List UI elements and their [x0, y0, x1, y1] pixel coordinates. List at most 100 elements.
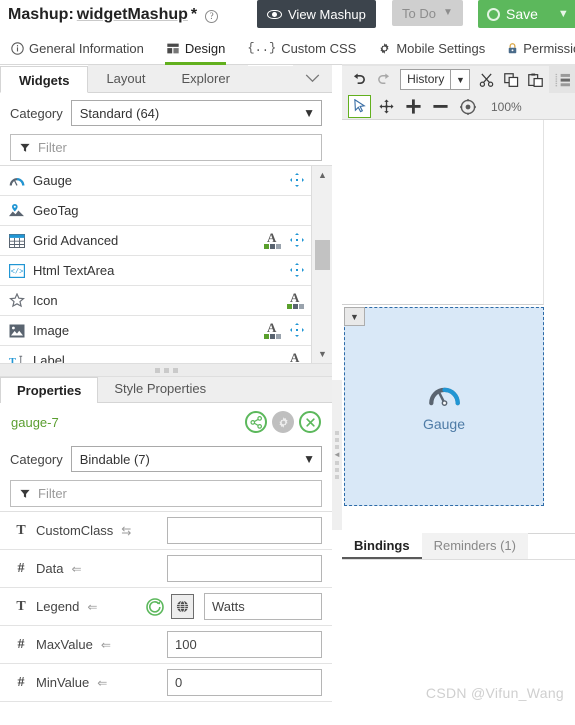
- maxvalue-input[interactable]: 100: [167, 631, 322, 658]
- geotag-icon: [8, 202, 25, 219]
- reset-zoom-button[interactable]: [456, 95, 479, 118]
- list-item[interactable]: Grid Advanced A: [0, 226, 311, 256]
- legend-value: Watts: [212, 599, 245, 614]
- save-dropdown-chevron-icon[interactable]: ▼: [558, 8, 569, 20]
- list-item[interactable]: Icon A: [0, 286, 311, 316]
- canvas-container-region: [342, 120, 544, 305]
- tab-widgets[interactable]: Widgets: [0, 66, 89, 93]
- todo-button[interactable]: To Do ▼: [392, 0, 463, 26]
- binding-arrow-icon: ⇆: [121, 523, 132, 538]
- tab-mobile-settings[interactable]: Mobile Settings: [367, 32, 496, 65]
- share-button[interactable]: [245, 411, 267, 433]
- settings-button[interactable]: [272, 411, 294, 433]
- save-button[interactable]: Save ▼: [478, 0, 575, 28]
- zoom-out-button[interactable]: [429, 95, 452, 118]
- tab-reminders[interactable]: Reminders (1): [421, 533, 528, 559]
- property-category-select[interactable]: Bindable (7) ▼: [70, 446, 322, 472]
- tab-explorer-label: Explorer: [181, 71, 230, 86]
- list-item[interactable]: Gauge: [0, 166, 311, 196]
- list-item[interactable]: GeoTag: [0, 196, 311, 226]
- help-icon[interactable]: ?: [205, 10, 219, 23]
- panel-resize-handle[interactable]: [0, 363, 332, 377]
- tab-style-properties[interactable]: Style Properties: [98, 376, 222, 402]
- style-badge-icon: A: [286, 290, 305, 309]
- style-badge-icon: A: [263, 230, 282, 249]
- property-row-data: # Data ⇐: [0, 550, 332, 588]
- maxvalue-value: 100: [175, 637, 197, 652]
- redo-icon: [378, 73, 390, 84]
- localization-button[interactable]: [171, 594, 194, 619]
- paste-button[interactable]: [524, 68, 547, 91]
- selected-widget-row: gauge-7: [0, 403, 332, 439]
- tab-general-information[interactable]: General Information: [0, 32, 155, 65]
- align-button[interactable]: [549, 66, 575, 93]
- legend-input[interactable]: Watts: [204, 593, 322, 620]
- save-ring-icon: [487, 7, 500, 21]
- select-tool-button[interactable]: [348, 95, 371, 118]
- copy-button[interactable]: [500, 68, 523, 91]
- tab-design[interactable]: Design: [155, 32, 236, 65]
- pan-tool-button[interactable]: [375, 95, 398, 118]
- property-category-value: Bindable (7): [79, 451, 150, 467]
- customclass-input[interactable]: [167, 517, 322, 544]
- list-item-label: GeoTag: [33, 203, 79, 218]
- lock-icon: [508, 42, 517, 53]
- property-type-icon: T: [16, 598, 26, 614]
- property-filter-input[interactable]: Filter: [10, 480, 322, 507]
- tab-custom-css[interactable]: {..} Custom CSS: [236, 32, 367, 65]
- collapse-panel-button[interactable]: [293, 65, 332, 92]
- move-icon[interactable]: [290, 233, 305, 248]
- chevron-down-icon: ▼: [442, 7, 453, 18]
- align-tools-group: [549, 66, 575, 93]
- tab-properties[interactable]: Properties: [0, 377, 99, 403]
- scroll-down-icon[interactable]: ▼: [312, 346, 333, 362]
- list-item-label: Icon: [33, 293, 58, 308]
- close-button[interactable]: [299, 411, 321, 433]
- redo-button[interactable]: [373, 68, 396, 91]
- tab-bindings[interactable]: Bindings: [342, 533, 422, 559]
- property-type-icon: #: [17, 674, 25, 690]
- widget-menu-button[interactable]: ▼: [344, 307, 365, 326]
- copy-icon: [503, 72, 518, 87]
- vertical-splitter[interactable]: ◄: [332, 380, 342, 530]
- history-dropdown[interactable]: History ▼: [400, 69, 471, 90]
- tab-style-properties-label: Style Properties: [114, 381, 207, 396]
- zoom-in-button[interactable]: [402, 95, 425, 118]
- undo-button[interactable]: [348, 68, 371, 91]
- selected-gauge-widget[interactable]: ▼ Gauge: [344, 307, 544, 506]
- canvas-panel: History ▼ 100% ▼ Gauge Bindings Reminder…: [342, 66, 575, 725]
- tab-explorer[interactable]: Explorer: [163, 65, 248, 92]
- move-icon[interactable]: [290, 323, 305, 338]
- move-icon[interactable]: [290, 173, 305, 188]
- widget-list-scrollbar[interactable]: ▲ ▼: [311, 166, 332, 363]
- data-input[interactable]: [167, 555, 322, 582]
- list-item[interactable]: T Label A: [0, 346, 311, 363]
- tab-permissions-label: Permissions: [523, 40, 575, 56]
- property-type-icon: #: [17, 636, 25, 652]
- info-icon: [11, 41, 24, 55]
- mashup-canvas[interactable]: ▼ Gauge: [342, 120, 575, 534]
- reset-value-button[interactable]: [145, 597, 165, 617]
- gear-icon: [278, 416, 288, 428]
- list-item[interactable]: </> Html TextArea: [0, 256, 311, 286]
- pan-move-icon: [379, 99, 394, 114]
- tab-permissions[interactable]: Permissions: [496, 32, 575, 65]
- scroll-up-icon[interactable]: ▲: [312, 167, 333, 183]
- left-panel: Widgets Layout Explorer Category Standar…: [0, 65, 332, 725]
- view-mashup-button[interactable]: View Mashup: [257, 0, 376, 28]
- minvalue-input[interactable]: 0: [167, 669, 322, 696]
- move-icon[interactable]: [290, 263, 305, 278]
- scrollbar-thumb[interactable]: [315, 240, 330, 270]
- list-item[interactable]: Image A: [0, 316, 311, 346]
- label-icon: T: [8, 352, 25, 363]
- list-item-label: Label: [33, 353, 65, 363]
- binding-arrow-icon: ⇐: [71, 561, 82, 576]
- widget-filter-input[interactable]: Filter: [10, 134, 322, 161]
- align-icon: [555, 73, 570, 86]
- bottom-panel-tabs: Bindings Reminders (1): [342, 533, 575, 560]
- property-name: Legend: [36, 599, 80, 614]
- widget-category-select[interactable]: Standard (64) ▼: [70, 100, 322, 126]
- tab-layout[interactable]: Layout: [88, 65, 164, 92]
- cut-button[interactable]: [475, 68, 498, 91]
- collapse-left-icon[interactable]: ◄: [333, 451, 341, 459]
